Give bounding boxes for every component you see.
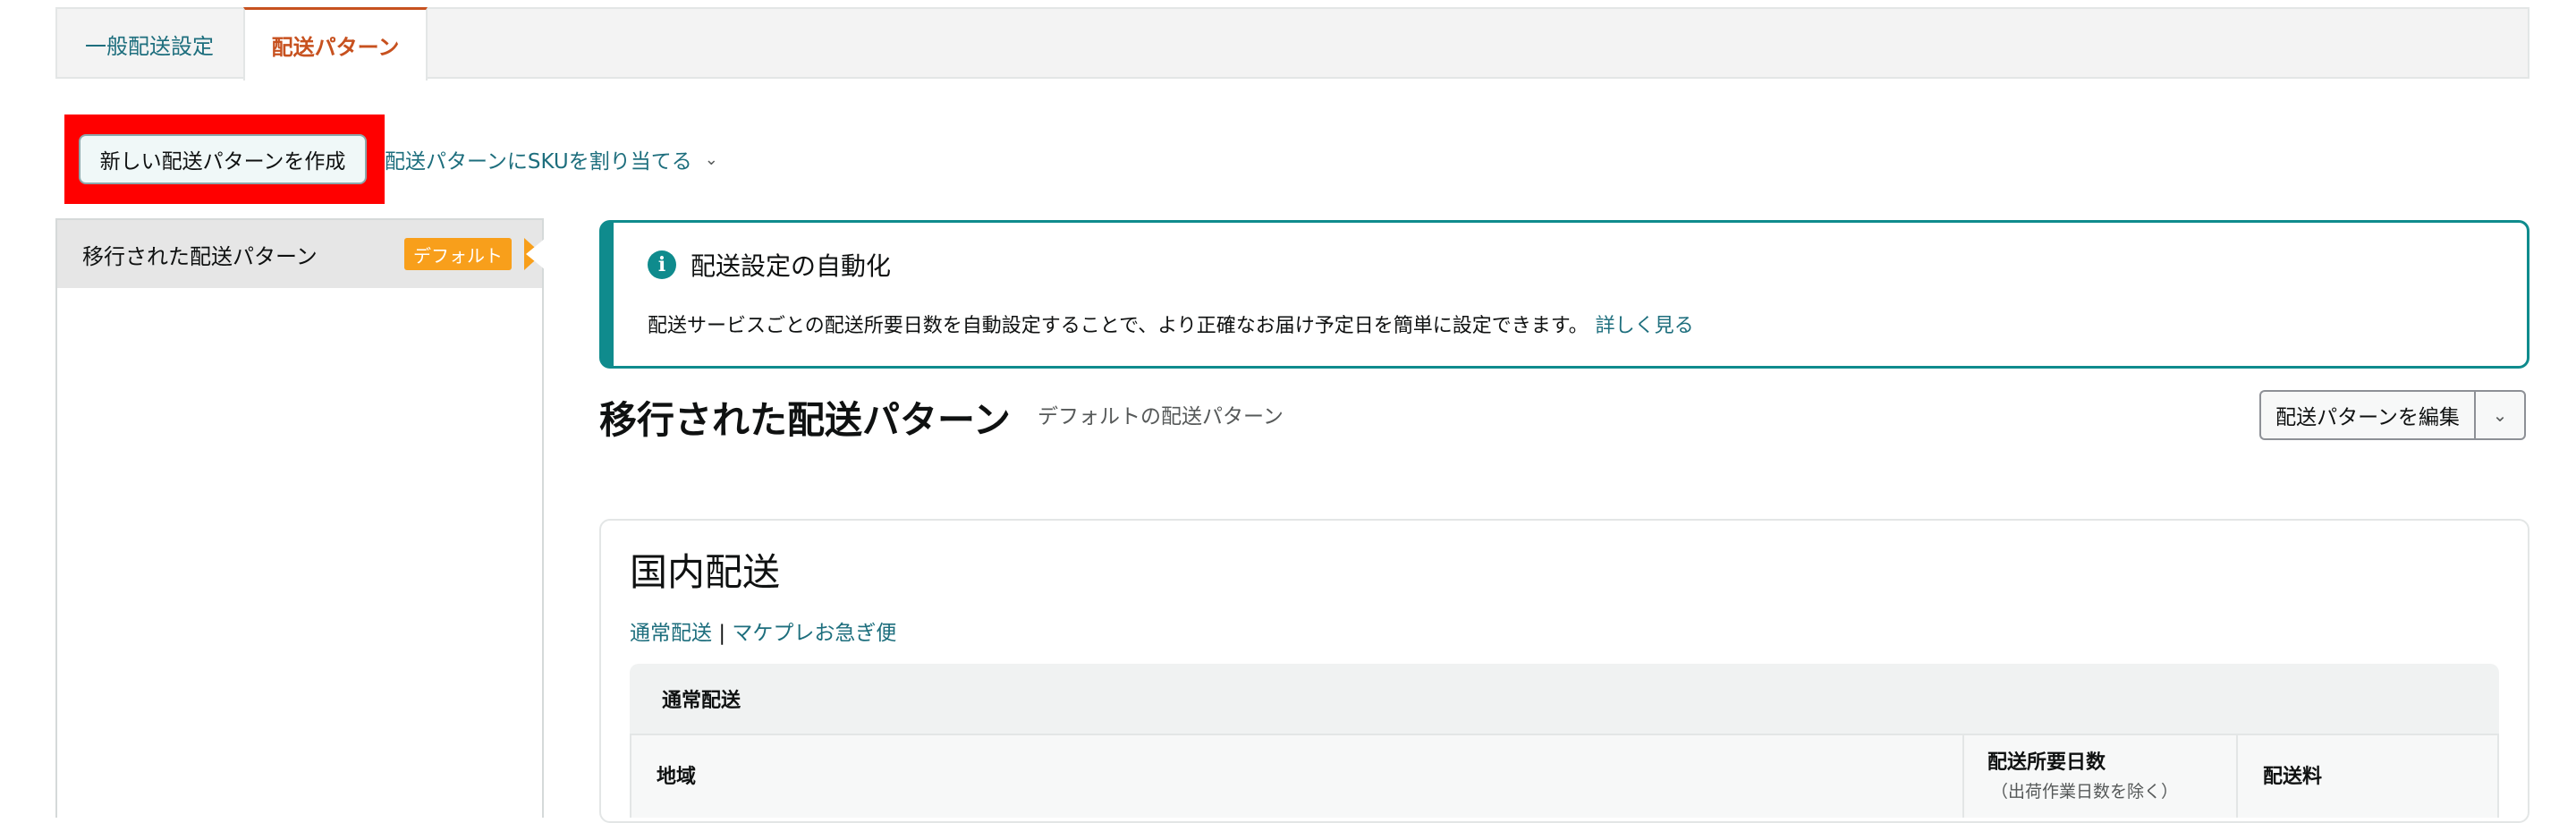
default-badge: デフォルト: [404, 238, 512, 270]
tab-shipping-patterns[interactable]: 配送パターン: [243, 7, 428, 81]
standard-shipping-link[interactable]: 通常配送: [630, 622, 712, 645]
assign-sku-dropdown[interactable]: 配送パターンにSKUを割り当てる ⌄: [385, 141, 718, 177]
column-divider: [1962, 734, 1964, 818]
column-header-days-note: （出荷作業日数を除く）: [1991, 782, 2179, 802]
express-shipping-link[interactable]: マケプレお急ぎ便: [732, 622, 896, 645]
page-title: 移行された配送パターン: [599, 398, 1011, 442]
shipping-type-links: 通常配送 | マケプレお急ぎ便: [630, 615, 896, 646]
column-divider: [2236, 734, 2238, 818]
alert-body: 配送サービスごとの配送所要日数を自動設定することで、より正確なお届け予定日を簡単…: [648, 310, 1694, 338]
alert-text: 配送サービスごとの配送所要日数を自動設定することで、より正確なお届け予定日を簡単…: [648, 315, 1589, 337]
link-separator: |: [718, 622, 726, 645]
page-subtitle: デフォルトの配送パターン: [1038, 405, 1284, 428]
chevron-down-icon: ⌄: [704, 149, 718, 169]
learn-more-link[interactable]: 詳しく見る: [1596, 315, 1694, 337]
edit-pattern-button[interactable]: 配送パターンを編集: [2259, 390, 2474, 440]
chevron-down-icon: ⌄: [2492, 404, 2508, 426]
create-pattern-button[interactable]: 新しい配送パターンを作成: [79, 134, 367, 184]
info-icon: i: [648, 250, 676, 279]
tab-general-settings[interactable]: 一般配送設定: [55, 7, 243, 81]
column-header-days: 配送所要日数: [1987, 751, 2106, 774]
column-header-fee: 配送料: [2263, 766, 2323, 788]
assign-sku-label: 配送パターンにSKUを割り当てる: [385, 150, 692, 174]
info-alert: [599, 220, 2529, 369]
selection-notch: [526, 238, 546, 270]
pattern-sidebar: [55, 218, 544, 818]
table-header-row: [630, 734, 2499, 818]
column-header-region: 地域: [657, 766, 697, 788]
edit-dropdown-button[interactable]: ⌄: [2474, 390, 2526, 440]
section-header-standard: 通常配送: [630, 664, 2499, 734]
domestic-title: 国内配送: [630, 550, 781, 594]
alert-title: 配送設定の自動化: [691, 251, 892, 281]
